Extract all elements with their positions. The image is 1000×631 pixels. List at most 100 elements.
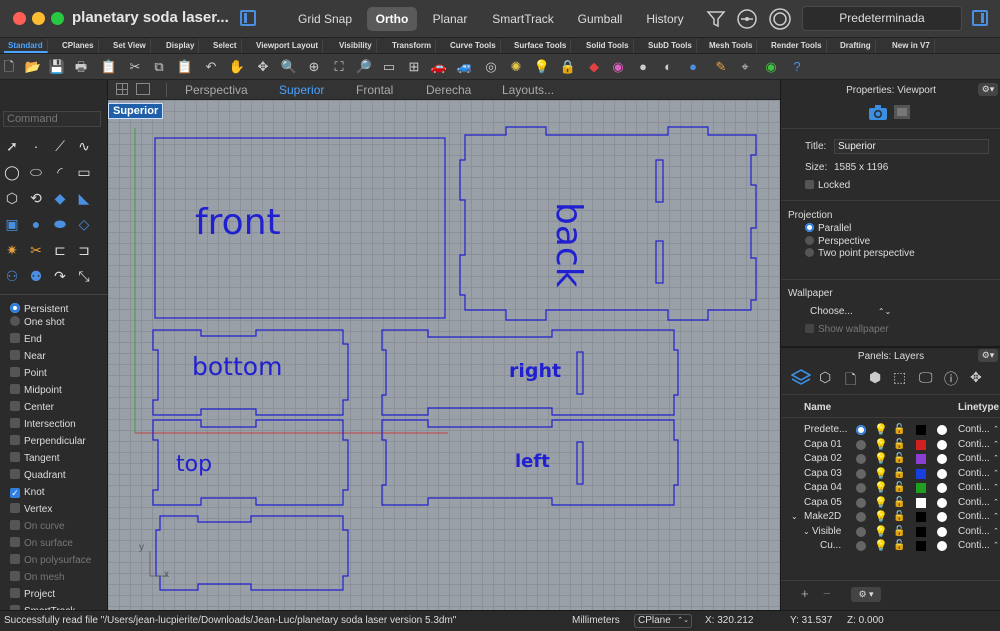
tab-drafting[interactable]: Drafting bbox=[836, 39, 876, 53]
layer-color-swatch[interactable] bbox=[916, 541, 926, 551]
light-icon[interactable]: 💡 bbox=[533, 58, 551, 76]
osnap-perpendicular[interactable]: Perpendicular bbox=[10, 434, 86, 450]
osnap-toggle-icon[interactable] bbox=[736, 8, 758, 30]
new-layer-icon[interactable] bbox=[791, 368, 811, 386]
cube-icon[interactable]: ⬢ bbox=[869, 369, 881, 386]
surface-icon[interactable]: ◆ bbox=[50, 188, 70, 208]
trim-icon[interactable]: ✂ bbox=[26, 240, 46, 260]
materials-icon[interactable]: ⬡ bbox=[819, 369, 831, 386]
checkbox[interactable] bbox=[10, 537, 20, 547]
layer-linetype[interactable]: Conti... bbox=[958, 467, 990, 481]
current-layer-radio[interactable] bbox=[856, 454, 866, 464]
gumball-button[interactable]: Gumball bbox=[570, 7, 630, 31]
layer-row[interactable]: ⌄Visible 💡 🔓 Conti...⌃⌄ bbox=[781, 525, 1000, 539]
lock-icon[interactable]: 🔓 bbox=[893, 525, 905, 539]
osnap-quadrant[interactable]: Quadrant bbox=[10, 468, 66, 484]
tab-set-view[interactable]: Set View bbox=[109, 39, 151, 53]
layer-color-swatch[interactable] bbox=[916, 468, 926, 479]
linetype-stepper-icon[interactable]: ⌃⌄ bbox=[993, 496, 1000, 510]
properties-options-icon[interactable]: ⚙▾ bbox=[978, 83, 998, 96]
zoom-selected-icon[interactable]: 🔎 bbox=[355, 58, 373, 76]
lock-icon[interactable]: 🔓 bbox=[893, 423, 905, 437]
ellipse-icon[interactable]: ⬭ bbox=[26, 162, 46, 182]
move-icon[interactable]: ⤡ bbox=[74, 266, 94, 286]
tab-transform[interactable]: Transform bbox=[388, 39, 437, 53]
planar-button[interactable]: Planar bbox=[425, 7, 475, 31]
layer-row[interactable]: Capa 03 💡 🔓 Conti...⌃⌄ bbox=[781, 467, 1000, 481]
title-field[interactable]: Superior bbox=[834, 139, 989, 154]
move-arrows-icon[interactable]: ✥ bbox=[970, 369, 982, 386]
smarttrack-button[interactable]: SmartTrack bbox=[485, 7, 561, 31]
fillet-icon[interactable]: ↷ bbox=[50, 266, 70, 286]
tab-surface-tools[interactable]: Surface Tools bbox=[510, 39, 572, 53]
layer-state-icon[interactable]: ⬚ bbox=[893, 369, 906, 386]
locked-checkbox[interactable]: Locked bbox=[805, 180, 850, 191]
sphere-icon[interactable]: ◐ bbox=[659, 58, 677, 76]
checkbox[interactable] bbox=[10, 367, 20, 377]
material-icon[interactable] bbox=[937, 454, 947, 464]
lock-icon[interactable]: 🔓 bbox=[893, 438, 905, 452]
tab-curve-tools[interactable]: Curve Tools bbox=[446, 39, 501, 53]
layer-color-swatch[interactable] bbox=[916, 483, 926, 493]
material-icon[interactable] bbox=[937, 439, 947, 450]
visibility-bulb-icon[interactable]: 💡 bbox=[874, 467, 888, 481]
expand-chevron-icon[interactable]: ⌄ bbox=[803, 525, 810, 539]
checkbox[interactable] bbox=[10, 588, 20, 598]
boolean-icon[interactable]: ⚇ bbox=[2, 266, 22, 286]
osnap-knot[interactable]: ✓ Knot bbox=[10, 485, 45, 501]
color-wheel-icon[interactable]: ◉ bbox=[609, 58, 627, 76]
open-file-icon[interactable]: 📂 bbox=[24, 58, 42, 76]
show-wallpaper-checkbox[interactable]: Show wallpaper bbox=[805, 324, 889, 335]
lock-icon[interactable]: 🔓 bbox=[893, 510, 905, 524]
copy-icon[interactable]: ⧉ bbox=[150, 58, 168, 76]
material-icon[interactable] bbox=[937, 512, 947, 522]
osnap-on-mesh[interactable]: On mesh bbox=[10, 570, 65, 586]
layer-linetype[interactable]: Conti... bbox=[958, 496, 990, 510]
linetype-stepper-icon[interactable]: ⌃⌄ bbox=[993, 481, 1000, 495]
osnap-center[interactable]: Center bbox=[10, 400, 54, 416]
layer-name[interactable]: Capa 05 bbox=[804, 496, 842, 510]
tab-new-in-v7[interactable]: New in V7 bbox=[888, 39, 935, 53]
viewport-tab-layouts[interactable]: Layouts... bbox=[502, 82, 554, 98]
lock-icon[interactable]: 🔓 bbox=[893, 539, 905, 553]
layer-linetype[interactable]: Conti... bbox=[958, 539, 990, 553]
point-icon[interactable]: · bbox=[26, 136, 46, 156]
layer-color-swatch[interactable] bbox=[916, 439, 926, 450]
tab-subd-tools[interactable]: SubD Tools bbox=[644, 39, 697, 53]
tab-mesh-tools[interactable]: Mesh Tools bbox=[705, 39, 758, 53]
loft-icon[interactable]: ◣ bbox=[74, 188, 94, 208]
linetype-stepper-icon[interactable]: ⌃⌄ bbox=[993, 452, 1000, 466]
cylinder-icon[interactable]: ⬬ bbox=[50, 214, 70, 234]
osnap-end[interactable]: End bbox=[10, 332, 42, 348]
material-icon[interactable] bbox=[937, 526, 947, 537]
lock-icon[interactable]: 🔓 bbox=[893, 467, 905, 481]
visibility-bulb-icon[interactable]: 💡 bbox=[874, 510, 888, 524]
osnap-tangent[interactable]: Tangent bbox=[10, 451, 60, 467]
remove-layer-button[interactable]: − bbox=[823, 586, 831, 601]
units-label[interactable]: Millimeters bbox=[572, 611, 620, 631]
filter-icon[interactable] bbox=[706, 9, 726, 29]
cut-icon[interactable]: ✂ bbox=[126, 58, 144, 76]
pen-icon[interactable]: ✎ bbox=[712, 58, 730, 76]
viewport-title-label[interactable]: Superior bbox=[108, 103, 164, 119]
save-icon[interactable]: 💾 bbox=[48, 58, 66, 76]
tab-viewport-layout[interactable]: Viewport Layout bbox=[252, 39, 324, 53]
lock-icon[interactable]: 🔒 bbox=[559, 58, 577, 76]
linetype-stepper-icon[interactable]: ⌃⌄ bbox=[993, 423, 1000, 437]
layer-color-swatch[interactable] bbox=[916, 425, 926, 435]
arc-icon[interactable]: ◜ bbox=[50, 162, 70, 182]
layer-row[interactable]: Capa 01 💡 🔓 Conti...⌃⌄ bbox=[781, 438, 1000, 452]
circle-icon[interactable]: ◯ bbox=[2, 162, 22, 182]
layer-linetype[interactable]: Conti... bbox=[958, 423, 990, 437]
curve-icon[interactable]: ∿ bbox=[74, 136, 94, 156]
current-layer-radio[interactable] bbox=[856, 483, 866, 493]
current-layer-radio[interactable] bbox=[856, 439, 866, 450]
osnap-on-polysurface[interactable]: On polysurface bbox=[10, 553, 91, 569]
layer-icon[interactable]: ◆ bbox=[585, 58, 603, 76]
current-layer-radio[interactable] bbox=[856, 512, 866, 522]
tab-standard[interactable]: Standard bbox=[4, 39, 48, 53]
help-icon[interactable]: ? bbox=[788, 58, 806, 76]
sun-icon[interactable]: ✺ bbox=[507, 58, 525, 76]
projection-perspective[interactable]: Perspective bbox=[805, 236, 870, 247]
lock-icon[interactable]: 🔓 bbox=[893, 452, 905, 466]
